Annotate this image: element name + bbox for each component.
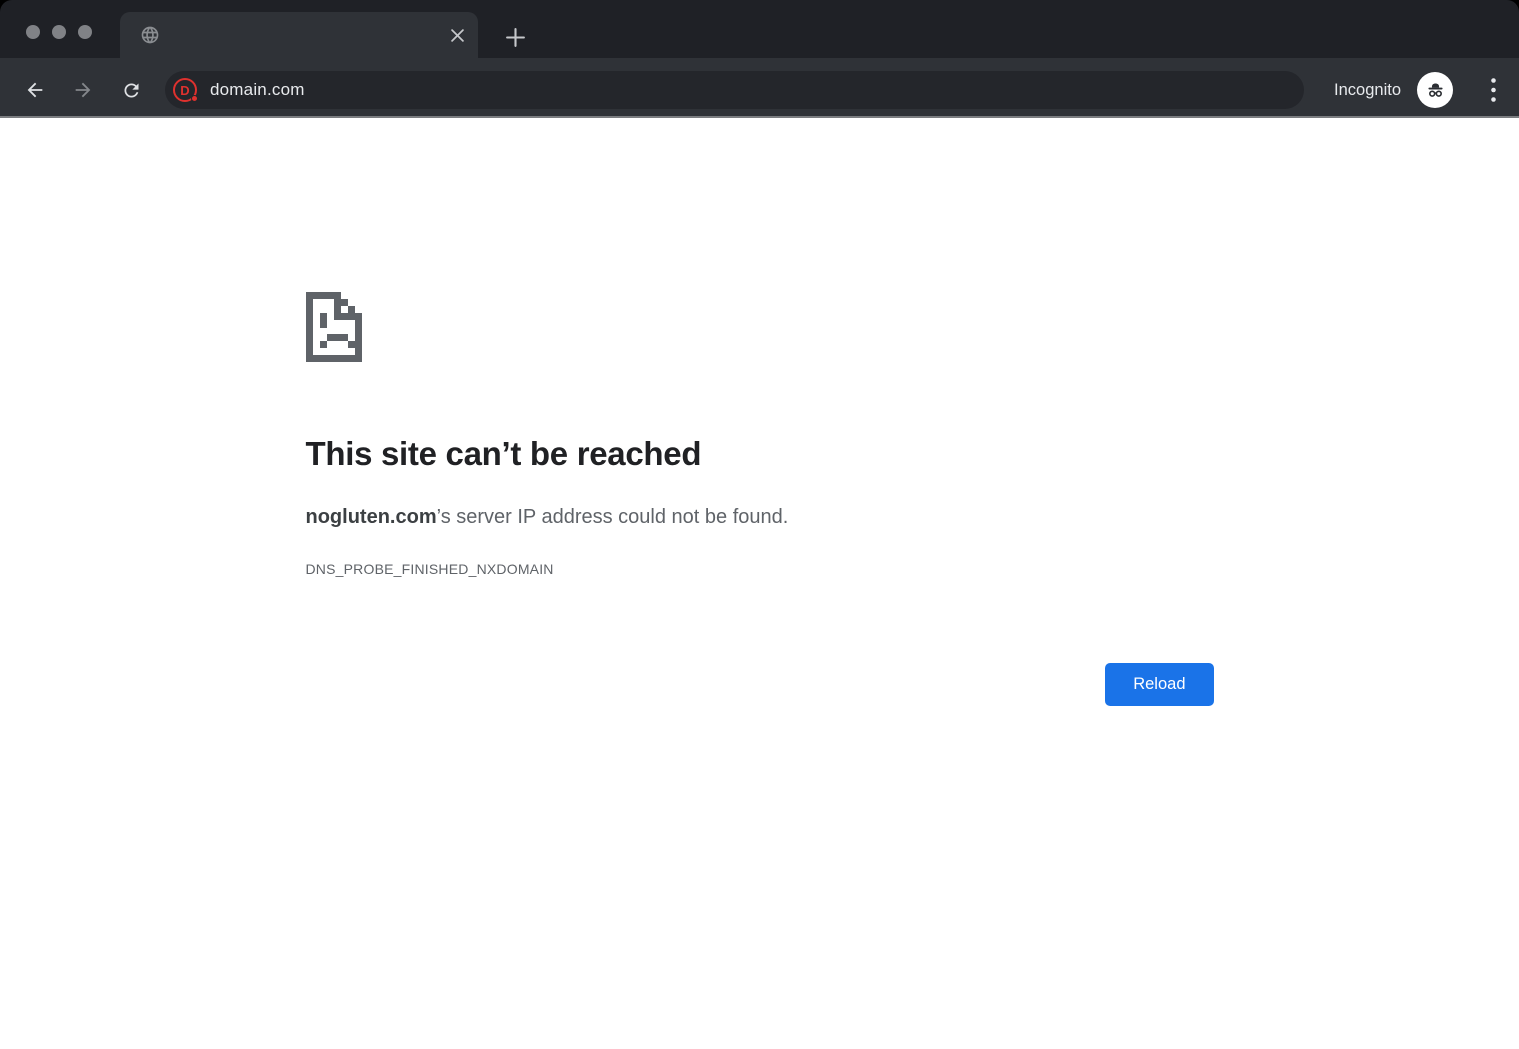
tab-strip xyxy=(0,0,1519,58)
error-code: DNS_PROBE_FINISHED_NXDOMAIN xyxy=(306,561,1214,577)
tab-close-button[interactable] xyxy=(451,29,464,42)
error-title: This site can’t be reached xyxy=(306,435,1214,473)
window-controls xyxy=(26,25,92,39)
error-message: nogluten.com’s server IP address could n… xyxy=(306,506,1214,529)
reload-icon xyxy=(121,80,142,101)
close-icon xyxy=(451,29,464,42)
incognito-label: Incognito xyxy=(1334,81,1401,100)
maximize-window-button[interactable] xyxy=(78,25,92,39)
browser-window: D domain.com Incognito xyxy=(0,0,1519,1049)
forward-button[interactable] xyxy=(61,70,105,110)
minimize-window-button[interactable] xyxy=(52,25,66,39)
reload-toolbar-button[interactable] xyxy=(109,70,153,110)
close-window-button[interactable] xyxy=(26,25,40,39)
incognito-badge xyxy=(1417,72,1453,108)
kebab-menu-icon xyxy=(1491,78,1496,102)
reload-button[interactable]: Reload xyxy=(1105,663,1213,706)
toolbar: D domain.com Incognito xyxy=(0,58,1519,118)
sad-file-icon xyxy=(306,292,362,362)
address-bar[interactable]: D domain.com xyxy=(165,71,1304,109)
arrow-right-icon xyxy=(72,79,94,101)
url-text: domain.com xyxy=(210,80,305,100)
incognito-icon xyxy=(1424,79,1447,102)
error-message-rest: ’s server IP address could not be found. xyxy=(437,506,789,528)
error-host: nogluten.com xyxy=(306,506,437,528)
globe-icon xyxy=(140,25,160,45)
plus-icon xyxy=(505,27,526,48)
back-button[interactable] xyxy=(13,70,57,110)
browser-tab[interactable] xyxy=(120,12,478,58)
site-favicon: D xyxy=(173,78,197,102)
menu-button[interactable] xyxy=(1479,70,1507,110)
arrow-left-icon xyxy=(24,79,46,101)
error-page: This site can’t be reached nogluten.com’… xyxy=(0,118,1519,1049)
new-tab-button[interactable] xyxy=(498,20,532,54)
